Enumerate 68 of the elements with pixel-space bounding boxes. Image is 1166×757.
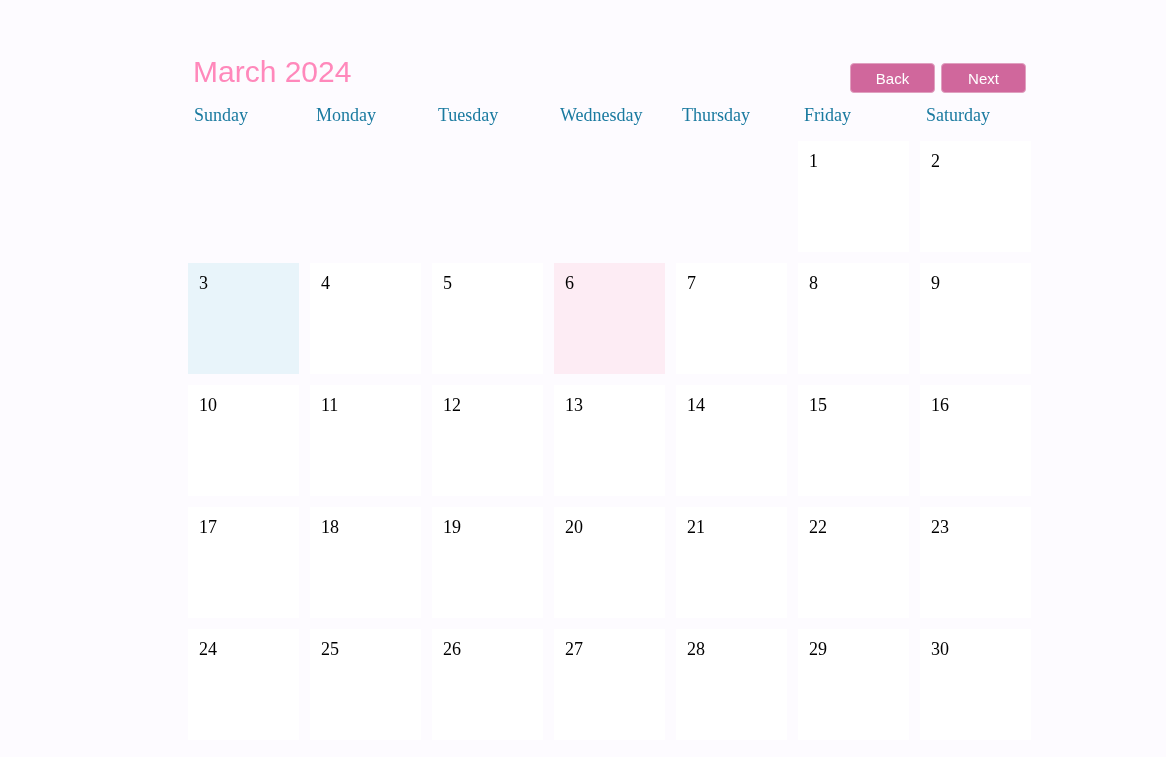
weekday-label: Wednesday (559, 104, 644, 127)
day-number: 22 (809, 517, 827, 538)
day-cell[interactable]: 17 (188, 507, 299, 618)
day-cell[interactable]: 10 (188, 385, 299, 496)
day-number: 16 (931, 395, 949, 416)
day-number: 3 (199, 273, 208, 294)
day-cell[interactable]: 2 (920, 141, 1031, 252)
day-number: 17 (199, 517, 217, 538)
day-cell[interactable]: 25 (310, 629, 421, 740)
day-cell[interactable]: 19 (432, 507, 543, 618)
month-title: March 2024 (193, 54, 352, 90)
day-cell[interactable]: 16 (920, 385, 1031, 496)
weekday-label: Monday (315, 104, 377, 127)
day-cell[interactable]: 15 (798, 385, 909, 496)
day-number: 13 (565, 395, 583, 416)
day-cell[interactable]: 18 (310, 507, 421, 618)
day-cell[interactable]: 13 (554, 385, 665, 496)
day-cell[interactable]: 21 (676, 507, 787, 618)
day-number: 1 (809, 151, 818, 172)
day-number: 5 (443, 273, 452, 294)
day-number: 7 (687, 273, 696, 294)
day-number: 2 (931, 151, 940, 172)
day-cell[interactable]: 3 (188, 263, 299, 374)
day-number: 29 (809, 639, 827, 660)
day-number: 6 (565, 273, 574, 294)
day-number: 4 (321, 273, 330, 294)
day-number: 24 (199, 639, 217, 660)
day-cell[interactable]: 9 (920, 263, 1031, 374)
day-number: 10 (199, 395, 217, 416)
day-cell[interactable]: 1 (798, 141, 909, 252)
day-number: 8 (809, 273, 818, 294)
day-number: 11 (321, 395, 339, 416)
day-cell[interactable]: 6 (554, 263, 665, 374)
weekday-label: Sunday (193, 104, 249, 127)
day-cell[interactable]: 29 (798, 629, 909, 740)
day-cell[interactable]: 28 (676, 629, 787, 740)
day-cell[interactable]: 23 (920, 507, 1031, 618)
day-number: 21 (687, 517, 705, 538)
day-number: 14 (687, 395, 705, 416)
weekday-label: Saturday (925, 104, 991, 127)
day-number: 23 (931, 517, 949, 538)
day-cell[interactable]: 20 (554, 507, 665, 618)
day-cell[interactable]: 5 (432, 263, 543, 374)
day-number: 19 (443, 517, 461, 538)
day-number: 12 (443, 395, 461, 416)
day-number: 25 (321, 639, 339, 660)
day-cell[interactable]: 30 (920, 629, 1031, 740)
day-number: 28 (687, 639, 705, 660)
day-cell[interactable]: 24 (188, 629, 299, 740)
day-cell[interactable]: 7 (676, 263, 787, 374)
day-number: 20 (565, 517, 583, 538)
weekday-label: Tuesday (437, 104, 500, 127)
day-cell[interactable]: 8 (798, 263, 909, 374)
day-number: 15 (809, 395, 827, 416)
day-cell[interactable]: 26 (432, 629, 543, 740)
day-number: 9 (931, 273, 940, 294)
day-number: 30 (931, 639, 949, 660)
day-cell[interactable]: 27 (554, 629, 665, 740)
weekday-label: Friday (803, 104, 852, 127)
day-cell[interactable]: 11 (310, 385, 421, 496)
day-cell[interactable]: 14 (676, 385, 787, 496)
day-number: 18 (321, 517, 339, 538)
day-cell[interactable]: 4 (310, 263, 421, 374)
day-cell[interactable]: 12 (432, 385, 543, 496)
weekday-label: Thursday (681, 104, 751, 127)
day-number: 27 (565, 639, 583, 660)
day-cell[interactable]: 22 (798, 507, 909, 618)
day-number: 26 (443, 639, 461, 660)
